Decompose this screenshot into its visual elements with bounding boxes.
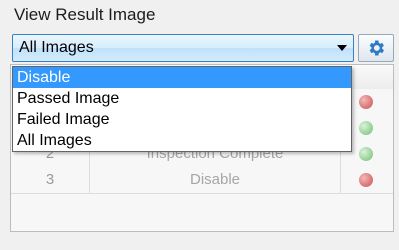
result-image-dropdown-list[interactable]: Disable Passed Image Failed Image All Im…: [12, 66, 352, 152]
result-image-select-value: All Images: [19, 39, 94, 56]
row-number: 3: [11, 167, 90, 193]
dropdown-option-failed-image[interactable]: Failed Image: [13, 109, 351, 130]
dropdown-option-all-images[interactable]: All Images: [13, 130, 351, 151]
view-result-image-label: View Result Image: [14, 5, 156, 24]
status-led-red-icon: [359, 95, 373, 109]
status-led-green-icon: [359, 147, 373, 161]
gear-icon: [369, 40, 384, 56]
row-status: Disable: [90, 167, 341, 193]
result-image-select[interactable]: All Images: [12, 34, 354, 62]
settings-button[interactable]: [358, 34, 394, 62]
status-led-red-icon: [359, 173, 373, 187]
dropdown-option-disable[interactable]: Disable: [13, 67, 351, 88]
chevron-down-icon[interactable]: [337, 45, 347, 51]
table-row[interactable]: 3 Disable: [11, 167, 393, 194]
status-led-green-icon: [359, 121, 373, 135]
dropdown-option-passed-image[interactable]: Passed Image: [13, 88, 351, 109]
